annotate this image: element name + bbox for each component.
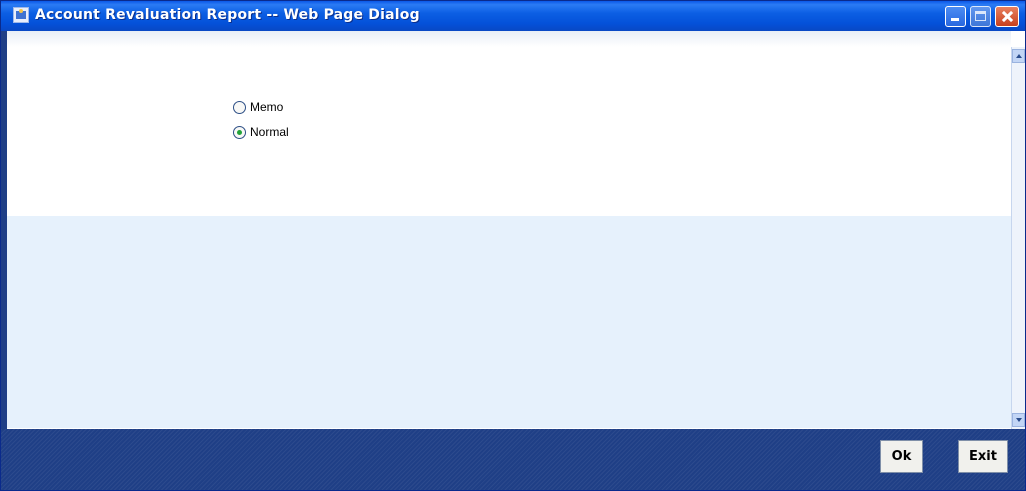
title-bar[interactable]: Account Revaluation Report -- Web Page D… (1, 1, 1025, 31)
scroll-up-arrow-icon[interactable] (1012, 49, 1025, 63)
normal-label: Normal (250, 125, 289, 139)
close-icon[interactable] (995, 6, 1019, 27)
memo-label: Memo (250, 100, 284, 114)
normal-radio[interactable] (233, 125, 246, 139)
option-normal[interactable]: Normal (233, 125, 289, 139)
exit-button[interactable]: Exit (958, 440, 1008, 473)
window-title: Account Revaluation Report -- Web Page D… (35, 7, 420, 23)
footer-bar: Ok Exit (1, 429, 1025, 490)
lower-panel (7, 216, 1011, 428)
vertical-scrollbar[interactable] (1011, 47, 1025, 429)
option-memo[interactable]: Memo (233, 100, 283, 114)
dialog-window: Account Revaluation Report -- Web Page D… (0, 0, 1026, 491)
maximize-icon[interactable] (970, 6, 991, 27)
minimize-icon[interactable] (945, 6, 966, 27)
scroll-down-arrow-icon[interactable] (1012, 413, 1025, 427)
header-shade (7, 31, 1011, 47)
form-area (7, 31, 1011, 216)
memo-radio[interactable] (233, 100, 246, 114)
ok-button[interactable]: Ok (880, 440, 923, 473)
dialog-page-icon (13, 7, 29, 23)
